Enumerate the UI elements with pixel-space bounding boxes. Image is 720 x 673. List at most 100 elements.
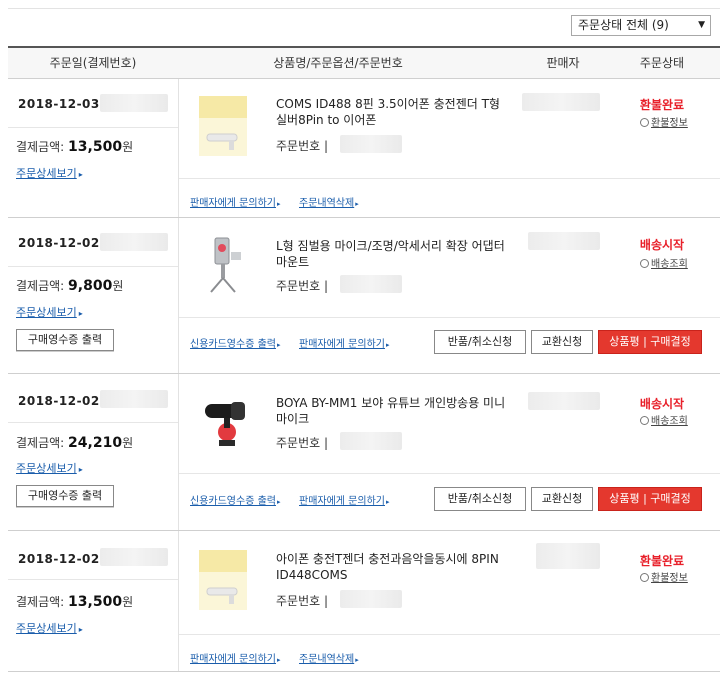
order-detail-link[interactable]: 주문상세보기	[16, 165, 83, 181]
contact-seller-link[interactable]: 판매자에게 문의하기	[190, 650, 281, 665]
return-cancel-button[interactable]: 반품/취소신청	[434, 487, 526, 511]
refund-info-link[interactable]: 환불정보	[640, 569, 688, 584]
delivery-tracking-label: 배송조회	[651, 416, 688, 427]
amount-unit: 원	[122, 436, 134, 450]
order-status-filter-select[interactable]: 주문상태 전체 (9) ▼	[571, 15, 711, 36]
payment-amount: 결제금액: 13,500원	[16, 138, 133, 155]
order-info-column: 2018-12-02 결제금액: 13,500원 주문상세보기	[8, 531, 179, 671]
payment-number-redacted	[100, 233, 168, 251]
order-row: 2018-12-03 결제금액: 13,500원 주문상세보기 COMS ID4…	[8, 79, 720, 218]
payment-number-redacted	[100, 390, 168, 408]
purchase-receipt-button[interactable]: 구매영수증 출력	[16, 485, 114, 507]
contact-seller-link[interactable]: 판매자에게 문의하기	[190, 194, 281, 209]
amount-unit: 원	[122, 595, 134, 609]
header-order-date: 주문일(결제번호)	[49, 56, 137, 70]
purchase-receipt-button[interactable]: 구매영수증 출력	[16, 329, 114, 351]
order-status: 배송시작	[639, 397, 685, 411]
order-number-label: 주문번호 |	[276, 279, 329, 293]
amount-unit: 원	[122, 140, 134, 154]
return-cancel-button[interactable]: 반품/취소신청	[434, 330, 526, 354]
divider	[8, 127, 178, 128]
delete-order-link[interactable]: 주문내역삭제	[299, 194, 359, 209]
order-number-redacted	[340, 590, 402, 608]
order-number-label: 주문번호 |	[276, 139, 329, 153]
divider	[179, 634, 720, 635]
payment-amount: 결제금액: 13,500원	[16, 593, 133, 610]
seller-name-redacted	[528, 232, 600, 250]
order-number-redacted	[340, 275, 402, 293]
header-product: 상품명/주문옵션/주문번호	[273, 56, 403, 70]
order-row: 2018-12-02 결제금액: 24,210원 주문상세보기 구매영수증 출력…	[8, 374, 720, 531]
magnifier-icon	[640, 416, 649, 425]
contact-seller-link[interactable]: 판매자에게 문의하기	[299, 492, 390, 507]
product-thumbnail	[199, 550, 247, 610]
product-name[interactable]: 아이폰 충전T젠더 충전과음악을동시에 8PIN ID448COMS	[276, 551, 506, 583]
order-date: 2018-12-02	[18, 236, 100, 250]
refund-info-label: 환불정보	[651, 118, 688, 129]
product-name[interactable]: BOYA BY-MM1 보야 유튜브 개인방송용 미니마이크	[276, 395, 506, 427]
header-seller: 판매자	[546, 56, 580, 70]
amount-label: 결제금액:	[16, 595, 65, 609]
product-thumbnail	[201, 392, 259, 452]
payment-number-redacted	[100, 94, 168, 112]
order-number-label: 주문번호 |	[276, 594, 329, 608]
order-detail-link[interactable]: 주문상세보기	[16, 304, 83, 320]
order-row: 2018-12-02 결제금액: 9,800원 주문상세보기 구매영수증 출력 …	[8, 218, 720, 374]
order-detail-link[interactable]: 주문상세보기	[16, 460, 83, 476]
table-header: 주문일(결제번호) 상품명/주문옵션/주문번호 판매자 주문상태	[8, 46, 720, 79]
divider	[179, 473, 720, 474]
top-divider	[8, 8, 720, 9]
order-detail-link[interactable]: 주문상세보기	[16, 620, 83, 636]
magnifier-icon	[640, 118, 649, 127]
order-status: 배송시작	[639, 238, 685, 252]
refund-info-link[interactable]: 환불정보	[640, 114, 688, 129]
exchange-button[interactable]: 교환신청	[531, 487, 593, 511]
credit-card-receipt-link[interactable]: 신용카드영수증 출력	[190, 492, 281, 507]
chevron-down-icon: ▼	[698, 20, 705, 30]
exchange-button[interactable]: 교환신청	[531, 330, 593, 354]
contact-seller-link[interactable]: 판매자에게 문의하기	[299, 335, 390, 350]
order-status: 환불완료	[639, 98, 685, 112]
review-confirm-button[interactable]: 상품평 | 구매결정	[598, 487, 702, 511]
delivery-tracking-label: 배송조회	[651, 259, 688, 270]
amount-unit: 원	[112, 279, 124, 293]
magnifier-icon	[640, 259, 649, 268]
delivery-tracking-link[interactable]: 배송조회	[640, 412, 688, 427]
order-number-redacted	[340, 135, 402, 153]
order-info-column: 2018-12-03 결제금액: 13,500원 주문상세보기	[8, 79, 179, 217]
divider	[179, 178, 720, 179]
product-name[interactable]: L형 짐벌용 마이크/조명/악세서리 확장 어댑터 마운트	[276, 238, 506, 270]
payment-number-redacted	[100, 548, 168, 566]
payment-amount: 결제금액: 24,210원	[16, 434, 133, 451]
delivery-tracking-link[interactable]: 배송조회	[640, 255, 688, 270]
amount-label: 결제금액:	[16, 140, 65, 154]
divider	[8, 266, 178, 267]
product-thumbnail	[201, 234, 249, 294]
order-number-redacted	[340, 432, 402, 450]
order-date: 2018-12-02	[18, 394, 100, 408]
amount-label: 결제금액:	[16, 279, 65, 293]
refund-info-label: 환불정보	[651, 573, 688, 584]
order-status-filter-value: 주문상태 전체 (9)	[578, 18, 669, 32]
order-number-label: 주문번호 |	[276, 436, 329, 450]
review-confirm-button[interactable]: 상품평 | 구매결정	[598, 330, 702, 354]
delete-order-link[interactable]: 주문내역삭제	[299, 650, 359, 665]
amount-value: 9,800	[68, 278, 113, 294]
divider	[8, 579, 178, 580]
product-thumbnail	[199, 96, 247, 156]
credit-card-receipt-link[interactable]: 신용카드영수증 출력	[190, 335, 281, 350]
order-date: 2018-12-03	[18, 97, 100, 111]
payment-amount: 결제금액: 9,800원	[16, 277, 123, 294]
header-status: 주문상태	[639, 56, 685, 70]
amount-value: 13,500	[68, 139, 123, 155]
seller-name-redacted	[528, 392, 600, 410]
product-name[interactable]: COMS ID488 8핀 3.5이어폰 충전젠더 T형 실버8Pin to 이…	[276, 96, 506, 128]
order-info-column: 2018-12-02 결제금액: 9,800원 주문상세보기 구매영수증 출력	[8, 218, 179, 373]
order-info-column: 2018-12-02 결제금액: 24,210원 주문상세보기 구매영수증 출력	[8, 374, 179, 530]
amount-value: 24,210	[68, 435, 123, 451]
order-row: 2018-12-02 결제금액: 13,500원 주문상세보기 아이폰 충전T젠…	[8, 531, 720, 672]
amount-value: 13,500	[68, 594, 123, 610]
divider	[179, 317, 720, 318]
amount-label: 결제금액:	[16, 436, 65, 450]
seller-name-redacted	[536, 543, 600, 569]
